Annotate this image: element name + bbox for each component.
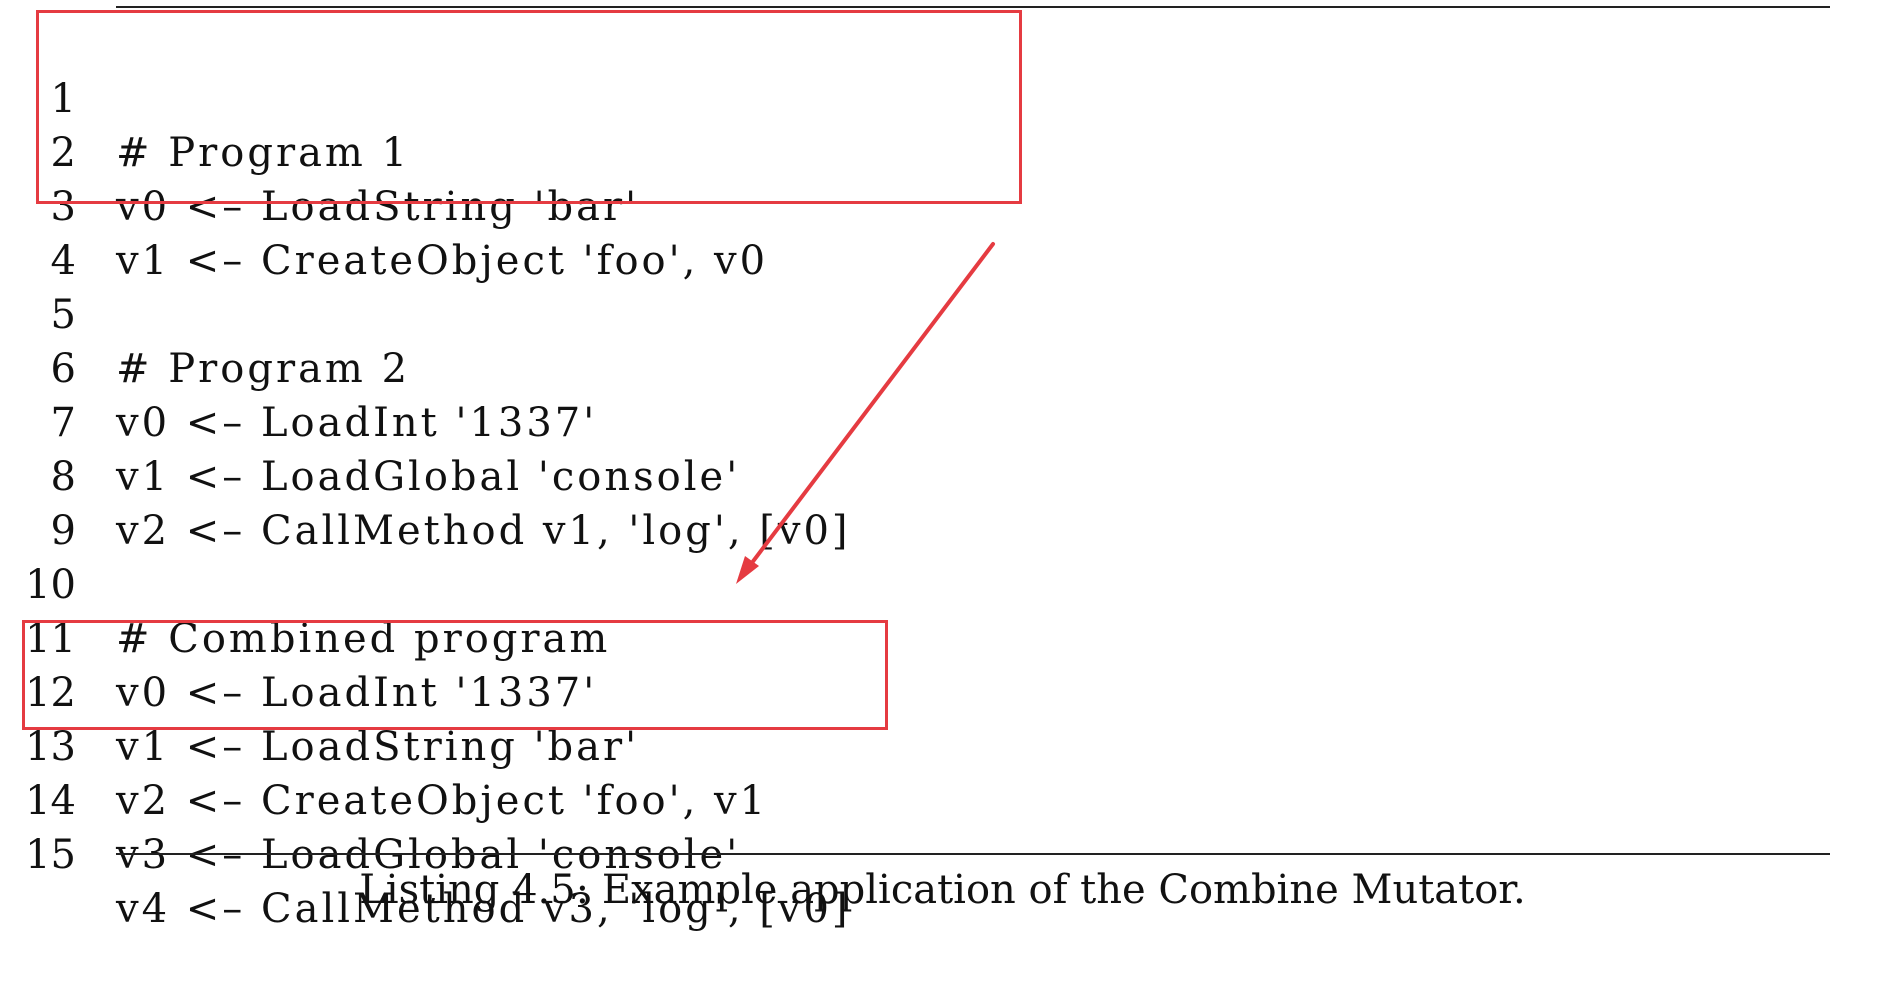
line-code: v1 <– CreateObject 'foo', v0 [116,238,769,284]
bottom-rule [116,853,1830,855]
code-line-8: 8 v2 <– CallMethod v1, 'log', [v0] [0,396,848,554]
program-1-highlight-box [36,10,1022,204]
code-line-5: 5 # Program 2 [0,234,407,392]
line-code: v0 <– LoadInt '1337' [116,400,598,446]
code-line-15: 15 v4 <– CallMethod v3, 'log', [v0] [0,774,847,932]
code-line-11: 11 v0 <– LoadInt '1337' [0,558,594,716]
code-line-7: 7 v1 <– LoadGlobal 'console' [0,342,738,500]
code-line-10: 10 # Combined program [0,504,607,662]
line-code: v1 <– LoadGlobal 'console' [116,454,741,500]
code-line-9: 9 [0,450,76,554]
listing-caption: Listing 4.5: Example application of the … [359,867,1526,913]
line-code: # Program 2 [116,346,411,392]
code-line-6: 6 v0 <– LoadInt '1337' [0,288,595,446]
line-code: v2 <– CreateObject 'foo', v1 [116,778,769,824]
line-code: v2 <– CallMethod v1, 'log', [v0] [116,508,851,554]
combined-highlight-box [22,620,888,730]
